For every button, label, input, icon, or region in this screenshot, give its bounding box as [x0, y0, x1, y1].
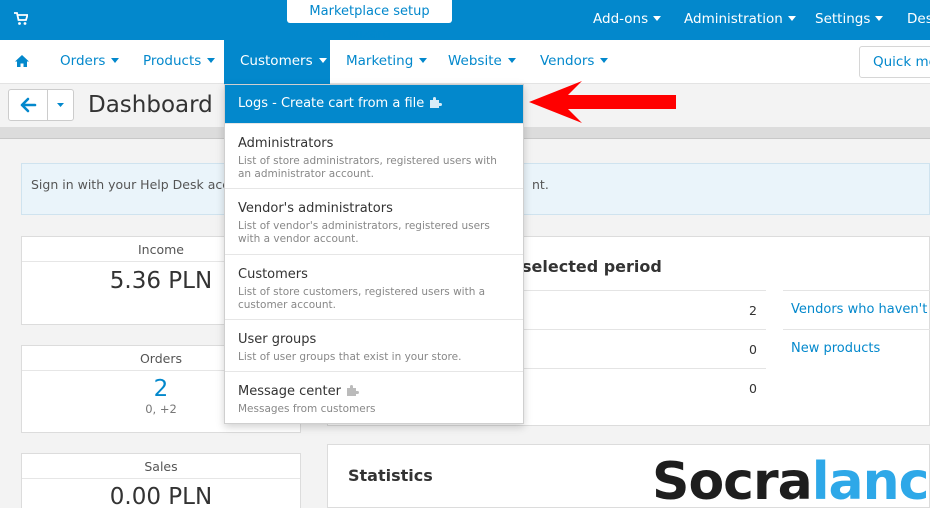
notice-text: Sign in with your Help Desk accou: [31, 177, 245, 192]
back-arrow-icon: [20, 97, 37, 113]
caret-down-icon: [318, 57, 327, 63]
nav-label: Customers: [240, 53, 313, 69]
menu-item-desc: List of vendor's administrators, registe…: [238, 220, 490, 245]
menu-item-title: Vendor's administrators: [238, 201, 393, 216]
menu-item-desc: Messages from customers: [238, 403, 376, 415]
nav-label: Website: [448, 53, 502, 69]
statistics-title: Statistics: [348, 466, 433, 485]
caret-down-icon: [787, 15, 796, 21]
top-menu-label: Administration: [684, 11, 783, 27]
nav-label: Marketing: [346, 53, 414, 69]
divider: [783, 329, 930, 330]
page-title: Dashboard: [88, 92, 213, 118]
top-menu-label: Des: [907, 11, 930, 27]
main-nav: Orders Products Customers Marketing Webs…: [0, 40, 930, 84]
menu-item-title: Message center: [238, 384, 523, 400]
menu-item-customers[interactable]: Customers List of store customers, regis…: [225, 254, 523, 319]
nav-website[interactable]: Website: [432, 40, 532, 84]
caret-down-icon: [875, 15, 884, 21]
puzzle-icon: [346, 385, 359, 396]
sales-label: Sales: [22, 454, 300, 479]
nav-marketing[interactable]: Marketing: [330, 40, 443, 84]
menu-item-desc: List of store administrators, registered…: [238, 155, 497, 180]
marketplace-setup-wizard-link[interactable]: Marketplace setup wizard: [287, 0, 452, 42]
nav-label: Vendors: [540, 53, 595, 69]
row-value: 0: [749, 342, 757, 357]
caret-down-icon: [507, 57, 516, 63]
nav-products[interactable]: Products: [127, 40, 231, 84]
socralance-watermark: Socralance: [652, 452, 930, 508]
history-dropdown-button[interactable]: [47, 89, 74, 121]
notice-text-end: nt.: [532, 177, 549, 192]
nav-label: Products: [143, 53, 202, 69]
top-menu-addons[interactable]: Add-ons: [593, 0, 662, 40]
quick-menu-button[interactable]: Quick me: [859, 46, 930, 78]
menu-item-vendor-administrators[interactable]: Vendor's administrators List of vendor's…: [225, 188, 523, 254]
caret-down-icon: [111, 57, 120, 63]
nav-vendors[interactable]: Vendors: [524, 40, 624, 84]
caret-down-icon: [419, 57, 428, 63]
new-products-link[interactable]: New products: [791, 341, 880, 356]
sales-value: 0.00 PLN: [109, 484, 213, 508]
menu-item-user-groups[interactable]: User groups List of user groups that exi…: [225, 319, 523, 371]
pointer-arrow: [529, 81, 676, 123]
top-bar: Marketplace setup wizard Add-ons Adminis…: [0, 0, 930, 42]
caret-down-icon: [653, 15, 662, 21]
menu-item-message-center[interactable]: Message center Messages from customers: [225, 371, 523, 423]
menu-item-label: Logs - Create cart from a file: [238, 96, 425, 111]
top-menu-label: Settings: [815, 11, 871, 27]
panel-title: selected period: [522, 257, 662, 276]
menu-item-title: User groups: [238, 332, 317, 347]
menu-item-title: Customers: [238, 267, 308, 282]
home-icon[interactable]: [14, 54, 30, 68]
divider: [783, 290, 930, 291]
menu-item-logs-create-cart[interactable]: Logs - Create cart from a file: [225, 85, 523, 123]
customers-dropdown-menu: Logs - Create cart from a file Administr…: [224, 84, 524, 424]
nav-label: Orders: [60, 53, 106, 69]
vendors-not-signed-link[interactable]: Vendors who haven't sig: [791, 302, 930, 317]
cart-icon[interactable]: [14, 12, 28, 26]
nav-customers[interactable]: Customers: [224, 40, 330, 84]
menu-item-desc: List of user groups that exist in your s…: [238, 351, 462, 363]
menu-item-administrators[interactable]: Administrators List of store administrat…: [225, 123, 523, 188]
row-value: 2: [749, 303, 757, 318]
caret-down-icon: [207, 57, 216, 63]
row-value: 0: [749, 381, 757, 396]
puzzle-icon: [430, 97, 443, 108]
top-menu-design[interactable]: Des: [907, 0, 930, 40]
back-button[interactable]: [8, 89, 48, 121]
sales-card: Sales 0.00 PLN: [21, 453, 301, 508]
top-menu-label: Add-ons: [593, 11, 649, 27]
caret-down-icon: [57, 103, 64, 107]
nav-orders[interactable]: Orders: [44, 40, 135, 84]
menu-item-title: Administrators: [238, 136, 334, 151]
top-menu-settings[interactable]: Settings: [815, 0, 884, 40]
top-menu-administration[interactable]: Administration: [684, 0, 796, 40]
caret-down-icon: [600, 57, 609, 63]
menu-item-desc: List of store customers, registered user…: [238, 286, 486, 311]
